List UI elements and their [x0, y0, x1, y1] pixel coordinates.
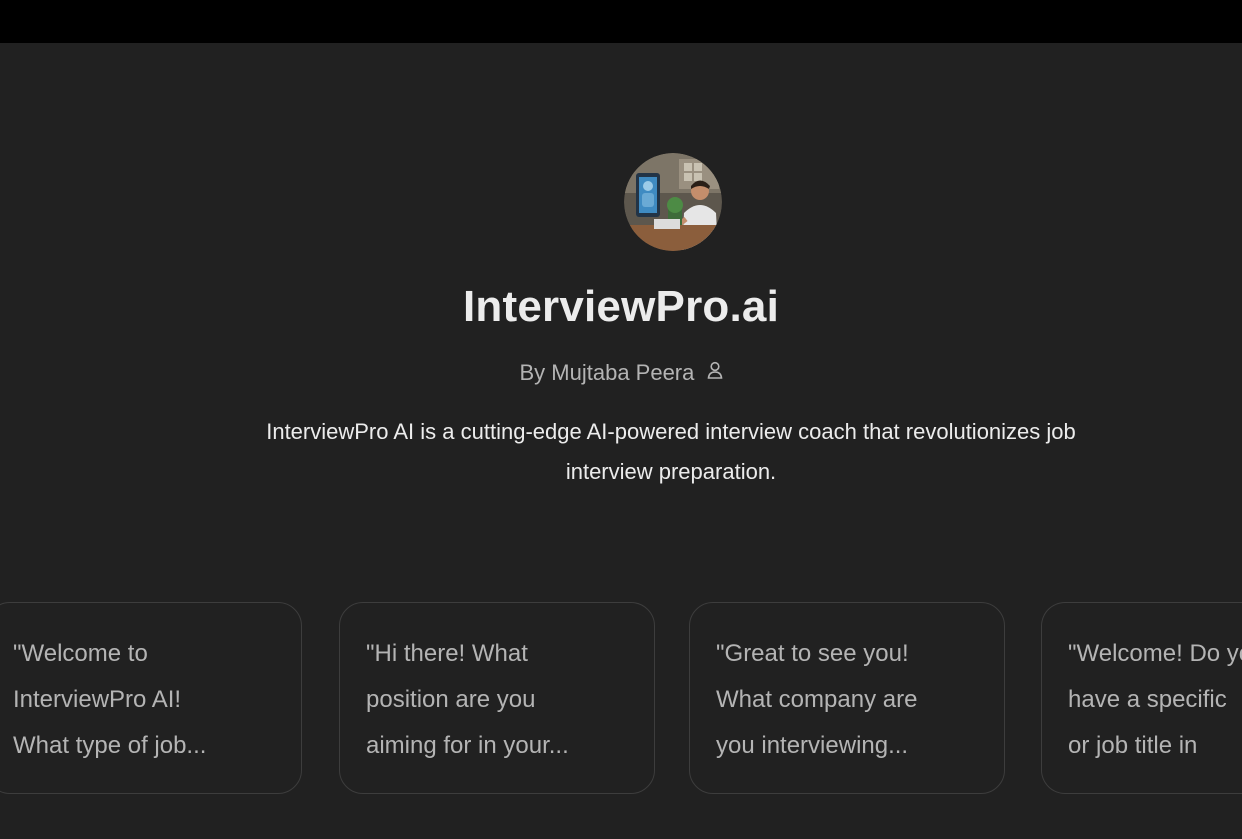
- gpt-title: InterviewPro.ai: [462, 282, 779, 331]
- starter-text: "Welcome! Do you have a specific or job …: [1068, 640, 1242, 759]
- gpt-description: InterviewPro AI is a cutting-edge AI-pow…: [266, 419, 1076, 484]
- conversation-starter-3[interactable]: "Great to see you! What company are you …: [689, 602, 1005, 794]
- gpt-avatar: [624, 153, 722, 251]
- conversation-starter-1[interactable]: "Welcome to InterviewPro AI! What type o…: [0, 602, 302, 794]
- conversation-starter-4[interactable]: "Welcome! Do you have a specific or job …: [1041, 602, 1242, 794]
- starter-text: "Great to see you! What company are you …: [716, 640, 918, 759]
- person-icon[interactable]: [707, 359, 723, 385]
- conversation-starter-2[interactable]: "Hi there! What position are you aiming …: [339, 602, 655, 794]
- top-bar: [0, 0, 1242, 43]
- author-line: By Mujtaba Peera: [0, 360, 1242, 387]
- author-name: By Mujtaba Peera: [519, 360, 695, 385]
- gpt-avatar-image: [624, 153, 722, 251]
- starter-text: "Welcome to InterviewPro AI! What type o…: [13, 640, 207, 759]
- starter-text: "Hi there! What position are you aiming …: [366, 640, 569, 759]
